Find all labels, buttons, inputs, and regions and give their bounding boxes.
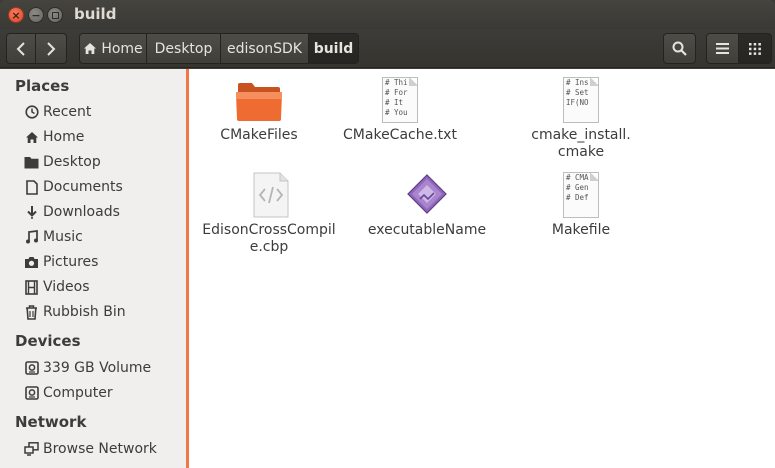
file-name: CMakeCache.txt — [343, 127, 457, 143]
file-item-executablename[interactable]: executableName — [357, 172, 497, 239]
file-item-cmake-install[interactable]: # Ins # Set IF(NO cmake_install.cmake — [511, 77, 651, 161]
sidebar-item-music[interactable]: Music — [24, 226, 184, 248]
sidebar-item-label: Documents — [43, 179, 123, 195]
breadcrumb-build[interactable]: build — [309, 33, 359, 64]
sidebar-item-desktop[interactable]: Desktop — [24, 151, 184, 173]
clock-icon — [24, 105, 39, 120]
file-preview-line: # It — [385, 98, 404, 107]
close-window-button[interactable]: × — [8, 7, 24, 23]
file-name: executableName — [367, 222, 487, 238]
trash-icon — [24, 304, 39, 320]
sidebar-item-label: Music — [43, 229, 83, 245]
sidebar-section-network: Network — [15, 413, 87, 431]
text-file-icon: # CMA # Gen # Def — [563, 172, 599, 218]
breadcrumb-label: Home — [101, 40, 143, 57]
file-item-cmakefiles[interactable]: CMakeFiles — [189, 81, 329, 144]
sidebar-section-devices: Devices — [15, 332, 81, 350]
sidebar-item-label: Pictures — [43, 254, 99, 270]
xml-file-icon — [253, 172, 289, 218]
sidebar-item-recent[interactable]: Recent — [24, 101, 184, 123]
sidebar-item-browse-network[interactable]: Browse Network — [24, 438, 184, 460]
file-preview-line: # For — [385, 88, 408, 97]
toolbar: Home Desktop edisonSDK build — [0, 29, 775, 68]
drive-icon — [24, 386, 39, 401]
maximize-icon — [51, 11, 59, 19]
minimize-icon: − — [31, 8, 41, 22]
network-icon — [24, 442, 39, 457]
close-icon: × — [11, 8, 21, 22]
breadcrumb-label: build — [313, 40, 354, 57]
home-icon — [84, 43, 97, 54]
sidebar-item-home[interactable]: Home — [24, 126, 184, 148]
file-item-edisoncrosscompile[interactable]: EdisonCrossCompile.cbp — [200, 172, 342, 256]
list-view-button[interactable] — [706, 33, 739, 64]
breadcrumb-home[interactable]: Home — [79, 33, 147, 64]
breadcrumb-label: Desktop — [154, 40, 213, 57]
file-view[interactable]: CMakeFiles # Thi # For # It # You CMakeC… — [189, 69, 775, 468]
forward-button[interactable] — [36, 33, 67, 64]
maximize-window-button[interactable] — [47, 7, 63, 23]
sidebar-item-label: Recent — [43, 104, 92, 120]
file-name: Makefile — [551, 222, 611, 238]
file-preview-line: # Set — [566, 88, 589, 97]
breadcrumb-label: edisonSDK — [227, 40, 302, 57]
back-button[interactable] — [6, 33, 36, 64]
file-preview-line: # Gen — [566, 183, 589, 192]
home-icon — [24, 130, 39, 145]
sidebar-item-label: Videos — [43, 279, 90, 295]
grid-view-button[interactable] — [739, 33, 772, 64]
sidebar-item-downloads[interactable]: Downloads — [24, 201, 184, 223]
sidebar-item-label: Rubbish Bin — [43, 304, 126, 320]
title-bar: × − build — [0, 0, 775, 29]
file-name: EdisonCrossCompile.cbp — [202, 222, 336, 255]
sidebar-item-videos[interactable]: Videos — [24, 276, 184, 298]
file-preview-line: # Thi — [385, 78, 408, 87]
file-preview-line: # Def — [566, 193, 589, 202]
sidebar-item-label: Computer — [43, 385, 113, 401]
file-preview-line: # You — [385, 108, 408, 117]
text-file-icon: # Ins # Set IF(NO — [563, 77, 599, 123]
chevron-left-icon — [16, 41, 25, 56]
file-preview-line: # Ins — [566, 78, 589, 87]
sidebar-item-volume[interactable]: 339 GB Volume — [24, 357, 184, 379]
text-file-icon: # Thi # For # It # You — [382, 77, 418, 123]
sidebar-item-label: 339 GB Volume — [43, 360, 152, 376]
download-icon — [24, 205, 39, 220]
search-button[interactable] — [663, 33, 696, 64]
sidebar-item-documents[interactable]: Documents — [24, 176, 184, 198]
folder-icon — [235, 81, 283, 123]
music-icon — [24, 230, 39, 245]
document-icon — [24, 179, 39, 195]
executable-icon — [406, 172, 448, 218]
file-item-cmakecache[interactable]: # Thi # For # It # You CMakeCache.txt — [330, 77, 470, 144]
sidebar-item-rubbish-bin[interactable]: Rubbish Bin — [24, 301, 184, 323]
sidebar-item-label: Home — [43, 129, 85, 145]
sidebar-item-label: Downloads — [43, 204, 120, 220]
window-title: build — [74, 5, 117, 23]
minimize-window-button[interactable]: − — [28, 7, 44, 23]
sidebar-item-pictures[interactable]: Pictures — [24, 251, 184, 273]
breadcrumb-desktop[interactable]: Desktop — [147, 33, 221, 64]
sidebar-section-places: Places — [15, 77, 70, 95]
sidebar-item-label: Desktop — [43, 154, 101, 170]
file-name: CMakeFiles — [220, 127, 298, 143]
file-preview-line: # CMA — [566, 173, 589, 182]
film-icon — [24, 279, 39, 295]
folder-icon — [24, 155, 39, 170]
grid-view-icon — [749, 42, 761, 55]
chevron-right-icon — [47, 41, 56, 56]
file-name: cmake_install.cmake — [531, 127, 631, 160]
search-icon — [672, 41, 687, 56]
file-item-makefile[interactable]: # CMA # Gen # Def Makefile — [511, 172, 651, 239]
sidebar-partial-item — [24, 462, 38, 468]
camera-icon — [24, 255, 39, 270]
sidebar-item-label: Browse Network — [43, 441, 157, 457]
list-view-icon — [716, 43, 729, 54]
breadcrumb-edisonsdk[interactable]: edisonSDK — [221, 33, 309, 64]
sidebar-item-computer[interactable]: Computer — [24, 382, 184, 404]
drive-icon — [24, 361, 39, 376]
file-preview-line: IF(NO — [566, 98, 589, 107]
sidebar: Places Recent Home Desktop Documents Dow… — [0, 69, 186, 468]
